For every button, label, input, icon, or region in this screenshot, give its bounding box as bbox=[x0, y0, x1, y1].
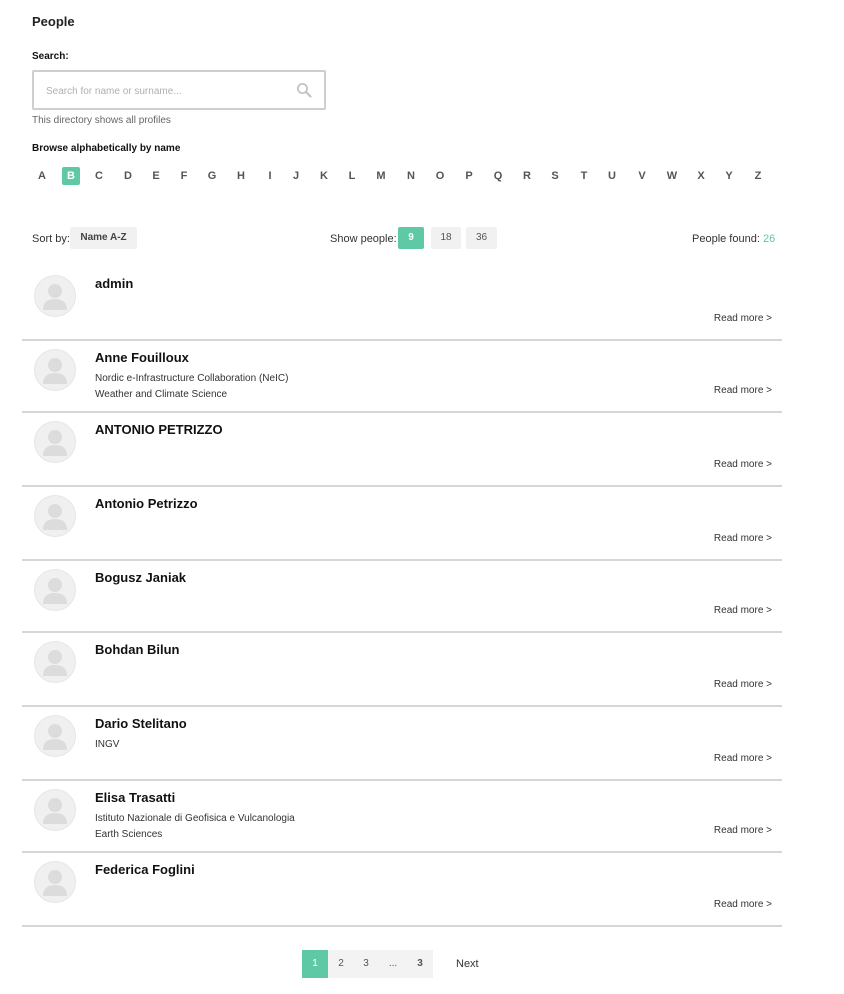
letter-h[interactable]: H bbox=[232, 167, 250, 185]
letter-v[interactable]: V bbox=[633, 167, 651, 185]
page-title: People bbox=[32, 14, 75, 29]
letter-d[interactable]: D bbox=[119, 167, 137, 185]
avatar[interactable] bbox=[34, 715, 76, 757]
person-name[interactable]: Dario Stelitano bbox=[95, 716, 187, 731]
person-name[interactable]: Federica Foglini bbox=[95, 862, 195, 877]
read-more-link[interactable]: Read more > bbox=[714, 385, 772, 396]
letter-x[interactable]: X bbox=[692, 167, 710, 185]
letter-t[interactable]: T bbox=[575, 167, 593, 185]
read-more-link[interactable]: Read more > bbox=[714, 679, 772, 690]
show-people-label: Show people: bbox=[330, 233, 397, 245]
show-36-button[interactable]: 36 bbox=[466, 227, 497, 249]
avatar[interactable] bbox=[34, 349, 76, 391]
next-page-button[interactable]: Next bbox=[456, 950, 479, 978]
person-row: Federica Foglini Read more > bbox=[22, 852, 782, 927]
letter-c[interactable]: C bbox=[90, 167, 108, 185]
page-3-button[interactable]: 3 bbox=[353, 950, 379, 978]
alphabet-filter: ABCDEFGHIJKLMNOPQRSTUVWXYZ bbox=[33, 167, 773, 185]
people-found-label: People found: bbox=[692, 233, 760, 245]
search-input[interactable] bbox=[44, 72, 298, 110]
person-row: Antonio Petrizzo Read more > bbox=[22, 486, 782, 561]
read-more-link[interactable]: Read more > bbox=[714, 459, 772, 470]
letter-g[interactable]: G bbox=[203, 167, 221, 185]
page-2-button[interactable]: 2 bbox=[328, 950, 354, 978]
avatar[interactable] bbox=[34, 569, 76, 611]
letter-j[interactable]: J bbox=[287, 167, 305, 185]
page-3-button[interactable]: 3 bbox=[407, 950, 433, 978]
person-row: Anne Fouilloux Nordic e-Infrastructure Co… bbox=[22, 340, 782, 413]
person-row: Dario Stelitano INGV Read more > bbox=[22, 706, 782, 781]
letter-p[interactable]: P bbox=[460, 167, 478, 185]
letter-w[interactable]: W bbox=[663, 167, 681, 185]
person-row: Bogusz Janiak Read more > bbox=[22, 560, 782, 633]
person-detail: INGV bbox=[95, 739, 120, 750]
person-detail: Weather and Climate Science bbox=[95, 389, 228, 400]
person-name[interactable]: Bogusz Janiak bbox=[95, 570, 186, 585]
page-ellipsis: ... bbox=[379, 950, 407, 978]
person-name[interactable]: admin bbox=[95, 276, 133, 291]
read-more-link[interactable]: Read more > bbox=[714, 313, 772, 324]
letter-r[interactable]: R bbox=[518, 167, 536, 185]
avatar[interactable] bbox=[34, 495, 76, 537]
avatar[interactable] bbox=[34, 421, 76, 463]
search-icon[interactable] bbox=[296, 82, 312, 98]
letter-u[interactable]: U bbox=[603, 167, 621, 185]
person-name[interactable]: Bohdan Bilun bbox=[95, 642, 180, 657]
letter-b[interactable]: B bbox=[62, 167, 80, 185]
letter-m[interactable]: M bbox=[372, 167, 390, 185]
person-row: ANTONIO PETRIZZO Read more > bbox=[22, 412, 782, 487]
people-found-count: 26 bbox=[762, 233, 776, 245]
read-more-link[interactable]: Read more > bbox=[714, 533, 772, 544]
avatar[interactable] bbox=[34, 641, 76, 683]
person-name[interactable]: Anne Fouilloux bbox=[95, 350, 189, 365]
directory-note: This directory shows all profiles bbox=[32, 115, 171, 126]
person-row: admin Read more > bbox=[22, 266, 782, 341]
letter-q[interactable]: Q bbox=[489, 167, 507, 185]
sort-dropdown[interactable]: Name A-Z bbox=[70, 227, 137, 249]
person-name[interactable]: Antonio Petrizzo bbox=[95, 496, 198, 511]
letter-e[interactable]: E bbox=[147, 167, 165, 185]
letter-f[interactable]: F bbox=[175, 167, 193, 185]
letter-y[interactable]: Y bbox=[720, 167, 738, 185]
person-name[interactable]: Elisa Trasatti bbox=[95, 790, 175, 805]
avatar[interactable] bbox=[34, 861, 76, 903]
letter-z[interactable]: Z bbox=[749, 167, 767, 185]
read-more-link[interactable]: Read more > bbox=[714, 605, 772, 616]
show-18-button[interactable]: 18 bbox=[431, 227, 461, 249]
people-found: People found: 26 bbox=[692, 233, 775, 245]
sort-label: Sort by: bbox=[32, 233, 70, 245]
letter-a[interactable]: A bbox=[33, 167, 51, 185]
read-more-link[interactable]: Read more > bbox=[714, 825, 772, 836]
letter-k[interactable]: K bbox=[315, 167, 333, 185]
person-detail: Earth Sciences bbox=[95, 829, 163, 840]
page-1-button[interactable]: 1 bbox=[302, 950, 328, 978]
person-detail: Istituto Nazionale di Geofisica e Vulcan… bbox=[95, 813, 295, 824]
letter-n[interactable]: N bbox=[402, 167, 420, 185]
letter-s[interactable]: S bbox=[546, 167, 564, 185]
letter-l[interactable]: L bbox=[343, 167, 361, 185]
read-more-link[interactable]: Read more > bbox=[714, 753, 772, 764]
show-9-button[interactable]: 9 bbox=[398, 227, 424, 249]
avatar[interactable] bbox=[34, 275, 76, 317]
avatar[interactable] bbox=[34, 789, 76, 831]
browse-label: Browse alphabetically by name bbox=[32, 143, 181, 154]
letter-o[interactable]: O bbox=[431, 167, 449, 185]
person-row: Elisa Trasatti Istituto Nazionale di Geof… bbox=[22, 780, 782, 853]
person-row: Bohdan Bilun Read more > bbox=[22, 632, 782, 707]
search-label: Search: bbox=[32, 51, 69, 62]
person-detail: Nordic e-Infrastructure Collaboration (N… bbox=[95, 373, 289, 384]
read-more-link[interactable]: Read more > bbox=[714, 899, 772, 910]
person-name[interactable]: ANTONIO PETRIZZO bbox=[95, 422, 223, 437]
search-box bbox=[32, 70, 326, 110]
letter-i[interactable]: I bbox=[261, 167, 279, 185]
